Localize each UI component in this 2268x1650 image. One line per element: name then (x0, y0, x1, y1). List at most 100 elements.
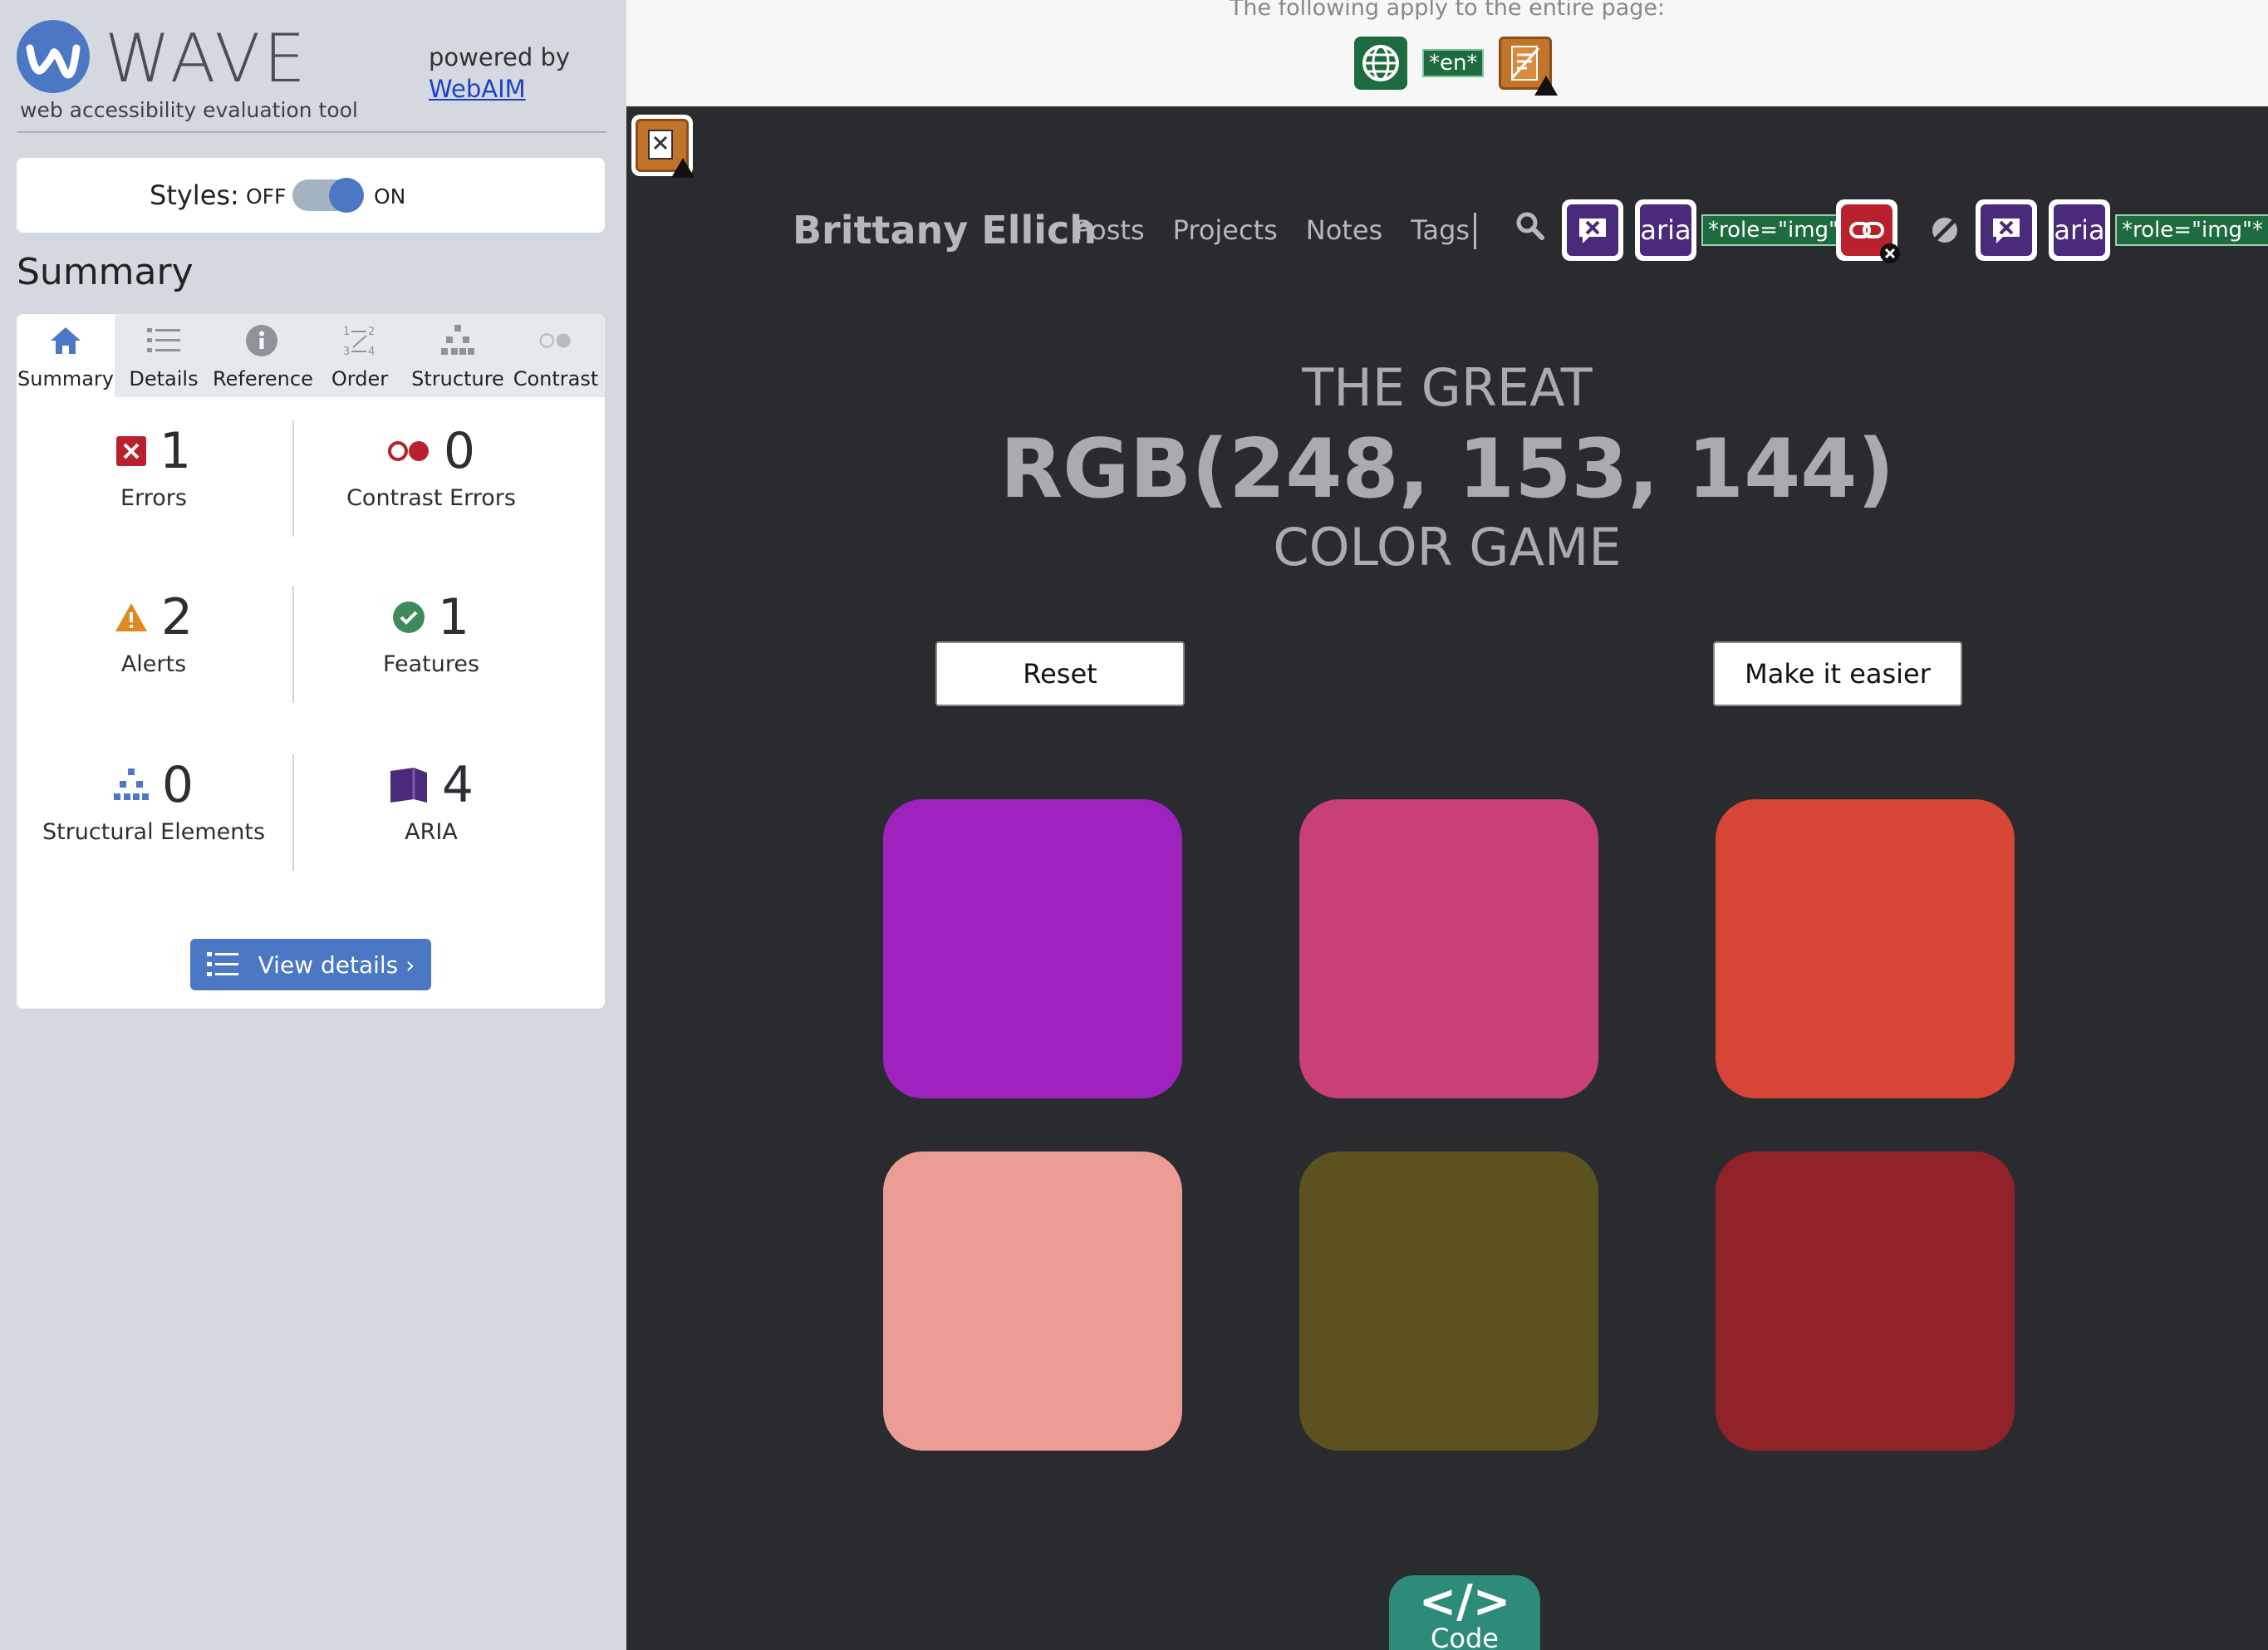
aria-badge[interactable]: aria (2049, 199, 2110, 261)
view-details-button[interactable]: View details › (190, 939, 431, 990)
tab-reference[interactable]: Reference (213, 314, 313, 397)
apply-text: The following apply to the entire page: (1229, 0, 1666, 21)
wave-subtitle: web accessibility evaluation tool (20, 98, 358, 122)
aria-icon (390, 768, 427, 803)
tab-label: Structure (411, 367, 504, 390)
powered-by-text: powered by (429, 43, 571, 71)
aria-count: 4 (441, 756, 474, 814)
info-icon (245, 324, 278, 357)
lang-tag[interactable]: *en* (1422, 49, 1485, 77)
list-icon (206, 952, 238, 976)
features-count: 1 (437, 588, 470, 646)
tab-label: Summary (17, 367, 114, 390)
contrast-icon (539, 324, 572, 357)
aria-label-icon (1981, 204, 2032, 256)
color-tile[interactable] (1716, 1152, 2015, 1451)
feature-icon (392, 602, 425, 633)
aria-text: aria (1640, 204, 1691, 256)
summary-panel: Summary Details Reference 1 2 3 4 Order Str… (17, 314, 605, 1009)
color-tile[interactable] (883, 799, 1182, 1098)
make-easier-button[interactable]: Make it easier (1713, 641, 1962, 706)
contrast-errors-label: Contrast Errors (346, 485, 516, 511)
color-tile[interactable] (1716, 799, 2015, 1098)
site-nav: Posts Projects Notes Tags (1075, 214, 1470, 246)
game-title-bottom: COLOR GAME (1273, 517, 1622, 577)
aria-label-icon (1567, 204, 1618, 256)
aria-badge[interactable]: aria (1635, 199, 1696, 261)
color-tile[interactable] (1299, 799, 1598, 1098)
site-name-link[interactable]: Brittany Ellich (793, 208, 1097, 253)
code-toggle-button[interactable]: </> Code (1389, 1575, 1540, 1650)
code-icon: </> (1418, 1575, 1511, 1628)
color-tile[interactable] (883, 1152, 1182, 1451)
page-level-icons: *en* (1354, 37, 1559, 96)
aria-text: aria (2054, 204, 2105, 256)
nav-separator (1474, 213, 1476, 249)
aria-label-badge[interactable] (1562, 199, 1623, 261)
structural-count: 0 (161, 756, 194, 814)
tab-order[interactable]: 1 2 3 4 Order (311, 314, 409, 397)
tab-summary[interactable]: Summary (17, 314, 115, 397)
empty-link-error-badge[interactable] (1836, 199, 1900, 263)
link-error-icon (1841, 204, 1900, 263)
search-icon[interactable] (1515, 211, 1545, 241)
summary-heading: Summary (17, 251, 194, 293)
view-details-label: View details › (258, 950, 415, 979)
svg-text:3: 3 (343, 346, 350, 357)
skip-link-alert-icon[interactable] (631, 115, 695, 178)
stat-structural[interactable]: 0 Structural Elements (17, 756, 291, 845)
game-title-rgb: RGB(248, 153, 144) (999, 422, 1895, 517)
nav-posts[interactable]: Posts (1075, 214, 1145, 246)
page-level-bar: The following apply to the entire page: … (626, 0, 2268, 108)
structure-icon (441, 324, 474, 357)
styles-label: Styles: (150, 179, 239, 211)
code-label: Code (1431, 1623, 1499, 1650)
svg-text:1: 1 (343, 326, 350, 338)
tab-label: Order (331, 367, 389, 390)
styles-on-label: ON (374, 184, 406, 209)
toggle-knob (329, 178, 364, 213)
language-icon[interactable] (1354, 37, 1407, 90)
tab-contrast[interactable]: Contrast (507, 314, 605, 397)
alert-icon (115, 603, 147, 631)
tab-label: Details (129, 367, 199, 390)
powered-by: powered by WebAIM (429, 42, 570, 105)
reset-button[interactable]: Reset (935, 641, 1185, 706)
stat-contrast-errors[interactable]: 0 Contrast Errors (294, 422, 568, 511)
theme-toggle-icon[interactable] (1931, 216, 1959, 244)
tab-details[interactable]: Details (115, 314, 213, 397)
stat-aria[interactable]: 4 ARIA (294, 756, 568, 845)
stat-alerts[interactable]: 2 Alerts (17, 588, 291, 677)
stat-errors[interactable]: 1 Errors (17, 422, 291, 511)
aria-label: ARIA (405, 819, 458, 845)
contrast-errors-count: 0 (443, 422, 476, 480)
site-header: Brittany Ellich Posts Projects Notes Tag… (626, 191, 2268, 274)
styles-toggle[interactable] (292, 178, 364, 213)
stat-features[interactable]: 1 Features (294, 588, 568, 677)
nav-tags[interactable]: Tags (1411, 214, 1470, 246)
role-img-tag[interactable]: *role="img"* (2115, 214, 2268, 246)
contrast-error-icon (387, 441, 429, 461)
wave-logo-icon (17, 20, 90, 93)
document-alert-icon[interactable] (1499, 37, 1559, 96)
errors-label: Errors (120, 485, 187, 511)
tab-label: Contrast (513, 367, 599, 390)
structure-icon (113, 769, 149, 800)
svg-text:4: 4 (368, 346, 375, 357)
alerts-count: 2 (160, 588, 194, 646)
wave-tabs: Summary Details Reference 1234 Order Str… (17, 314, 605, 397)
wave-sidebar: WAVE web accessibility evaluation tool p… (0, 0, 626, 1650)
aria-label-badge[interactable] (1976, 199, 2037, 261)
order-icon: 1 2 3 4 (343, 324, 376, 357)
evaluated-page: The following apply to the entire page: … (626, 0, 2268, 1650)
error-icon (115, 436, 146, 466)
color-tile[interactable] (1299, 1152, 1598, 1451)
styles-toggle-box: Styles: OFF ON (17, 158, 605, 233)
errors-count: 1 (159, 422, 192, 480)
nav-notes[interactable]: Notes (1306, 214, 1382, 246)
tab-structure[interactable]: Structure (409, 314, 507, 397)
role-img-tag[interactable]: *role="img"* (1701, 214, 1857, 246)
webaim-link[interactable]: WebAIM (429, 73, 570, 105)
game-title-top: THE GREAT (1302, 357, 1593, 418)
nav-projects[interactable]: Projects (1173, 214, 1278, 246)
